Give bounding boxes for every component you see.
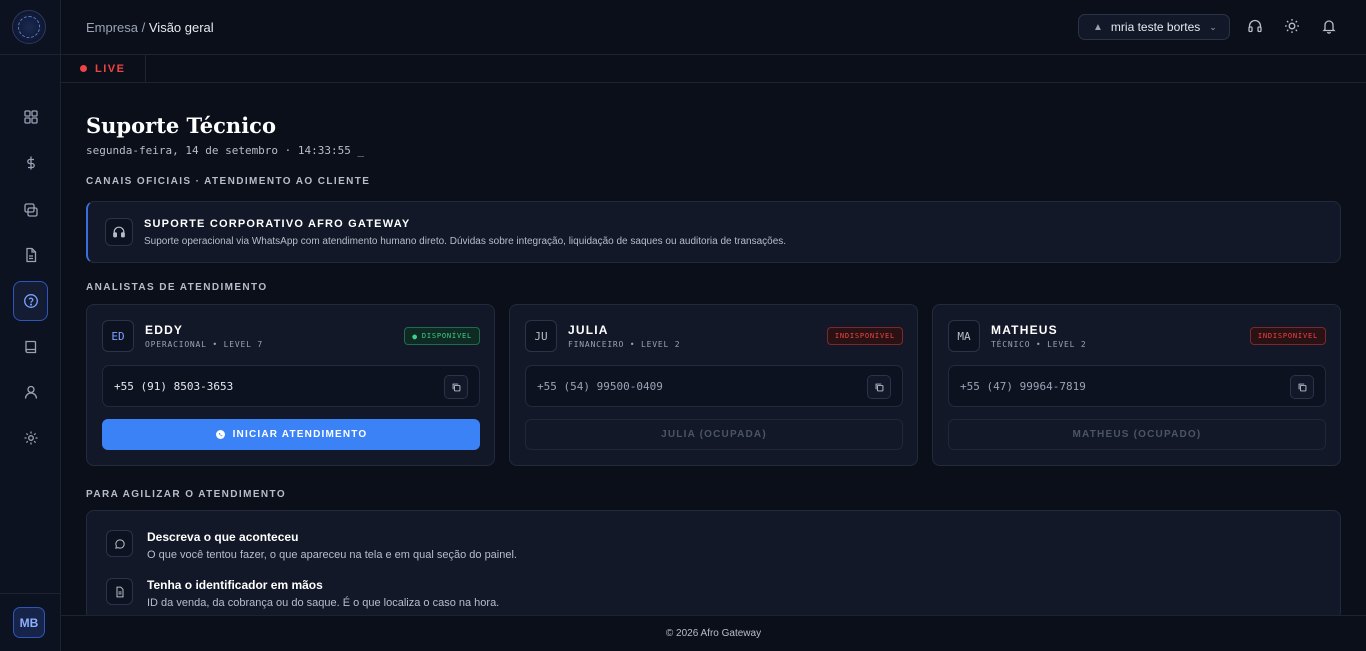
tip-title: Tenha o identificador em mãos <box>147 578 323 592</box>
breadcrumb: Empresa / Visão geral <box>86 20 214 35</box>
copy-button[interactable] <box>444 375 468 399</box>
live-dot-icon <box>80 65 87 72</box>
user-menu-button[interactable]: ▲ mria teste bortes ⌄ <box>1078 14 1230 40</box>
analyst-role: OPERACIONAL • LEVEL 7 <box>145 340 263 349</box>
tip-text: ID da venda, da cobrança ou do saque. É … <box>147 597 500 609</box>
phone-number: +55 (91) 8503-3653 <box>114 380 234 393</box>
sidebar: MB <box>0 0 61 651</box>
breadcrumb-separator: / <box>138 20 149 35</box>
status-badge-label: DISPONÍVEL <box>421 332 472 340</box>
phone-field: +55 (54) 99500-0409 <box>525 365 903 407</box>
status-badge: ● DISPONÍVEL <box>404 327 480 345</box>
whatsapp-icon: ● <box>412 331 418 341</box>
user-name: mria teste bortes <box>1110 20 1201 34</box>
dollar-icon[interactable] <box>14 146 48 180</box>
start-support-label: INICIAR ATENDIMENTO <box>232 429 368 440</box>
user-icon[interactable] <box>14 375 48 409</box>
analyst-name: JULIA <box>568 323 609 337</box>
copy-icon <box>1298 383 1306 391</box>
copy-button[interactable] <box>867 375 891 399</box>
footer-text: © 2026 Afro Gateway <box>665 628 762 639</box>
book-icon[interactable] <box>14 330 48 364</box>
brand-logo[interactable] <box>12 10 46 44</box>
page-title: Suporte Técnico <box>86 113 276 138</box>
tip-title: Descreva o que aconteceu <box>147 530 299 544</box>
phone-number: +55 (54) 99500-0409 <box>537 380 663 393</box>
top-header: Empresa / Visão geral ▲ mria teste borte… <box>61 0 1366 55</box>
chat-icon <box>106 530 133 557</box>
banner-text: Suporte operacional via WhatsApp com ate… <box>144 236 787 247</box>
user-profile-icon: ▲ <box>1093 21 1103 33</box>
copy-icon <box>875 383 883 391</box>
analyst-role: TÉCNICO • LEVEL 2 <box>991 340 1087 349</box>
cards-icon[interactable] <box>14 193 48 227</box>
analyst-initials: JU <box>525 320 557 352</box>
section-label-analysts: ANALISTAS DE ATENDIMENTO <box>86 282 268 293</box>
gear-icon[interactable] <box>14 421 48 455</box>
phone-field: +55 (47) 99964-7819 <box>948 365 1326 407</box>
analyst-name: MATHEUS <box>991 323 1058 337</box>
section-label-tips: PARA AGILIZAR O ATENDIMENTO <box>86 489 287 500</box>
headset-icon <box>105 218 133 246</box>
support-banner: SUPORTE CORPORATIVO AFRO GATEWAY Suporte… <box>86 201 1341 263</box>
sun-icon[interactable] <box>1284 18 1300 34</box>
copy-icon <box>452 383 460 391</box>
breadcrumb-current: Visão geral <box>148 20 214 35</box>
analyst-initials: MA <box>948 320 980 352</box>
start-support-button[interactable]: INICIAR ATENDIMENTO <box>102 419 480 450</box>
help-icon[interactable] <box>13 281 48 321</box>
page-subtitle: segunda-feira, 14 de setembro · 14:33:55… <box>86 144 365 157</box>
analyst-role: FINANCEIRO • LEVEL 2 <box>568 340 681 349</box>
busy-button: JULIA (OCUPADA) <box>525 419 903 450</box>
status-badge: INDISPONÍVEL <box>826 327 903 345</box>
banner-title: SUPORTE CORPORATIVO AFRO GATEWAY <box>144 218 411 230</box>
headset-icon[interactable] <box>1247 18 1263 34</box>
bell-icon[interactable] <box>1321 18 1337 34</box>
analyst-card-eddy: ED EDDY OPERACIONAL • LEVEL 7 ● DISPONÍV… <box>86 304 495 466</box>
phone-field: +55 (91) 8503-3653 <box>102 365 480 407</box>
whatsapp-icon <box>215 430 225 439</box>
sidebar-divider <box>0 54 61 55</box>
document-icon[interactable] <box>14 238 48 272</box>
file-icon <box>106 578 133 605</box>
live-bar: LIVE <box>61 55 1366 83</box>
avatar[interactable]: MB <box>13 607 45 638</box>
tips-panel: Descreva o que aconteceu O que você tent… <box>86 510 1341 620</box>
analyst-card-matheus: MA MATHEUS TÉCNICO • LEVEL 2 INDISPONÍVE… <box>932 304 1341 466</box>
phone-number: +55 (47) 99964-7819 <box>960 380 1086 393</box>
status-badge: INDISPONÍVEL <box>1249 327 1326 345</box>
analyst-initials: ED <box>102 320 134 352</box>
logo-emblem <box>18 16 40 38</box>
sidebar-divider <box>0 593 61 594</box>
tip-text: O que você tentou fazer, o que apareceu … <box>147 549 517 561</box>
grid-icon[interactable] <box>14 100 48 134</box>
live-label: LIVE <box>95 62 126 75</box>
analyst-card-julia: JU JULIA FINANCEIRO • LEVEL 2 INDISPONÍV… <box>509 304 918 466</box>
chevron-down-icon: ⌄ <box>1209 21 1217 32</box>
footer: © 2026 Afro Gateway <box>61 615 1366 651</box>
analyst-name: EDDY <box>145 323 184 337</box>
section-label-channels: CANAIS OFICIAIS · ATENDIMENTO AO CLIENTE <box>86 176 371 187</box>
copy-button[interactable] <box>1290 375 1314 399</box>
breadcrumb-parent[interactable]: Empresa <box>86 20 138 35</box>
busy-button: MATHEUS (OCUPADO) <box>948 419 1326 450</box>
live-indicator: LIVE <box>61 55 146 82</box>
